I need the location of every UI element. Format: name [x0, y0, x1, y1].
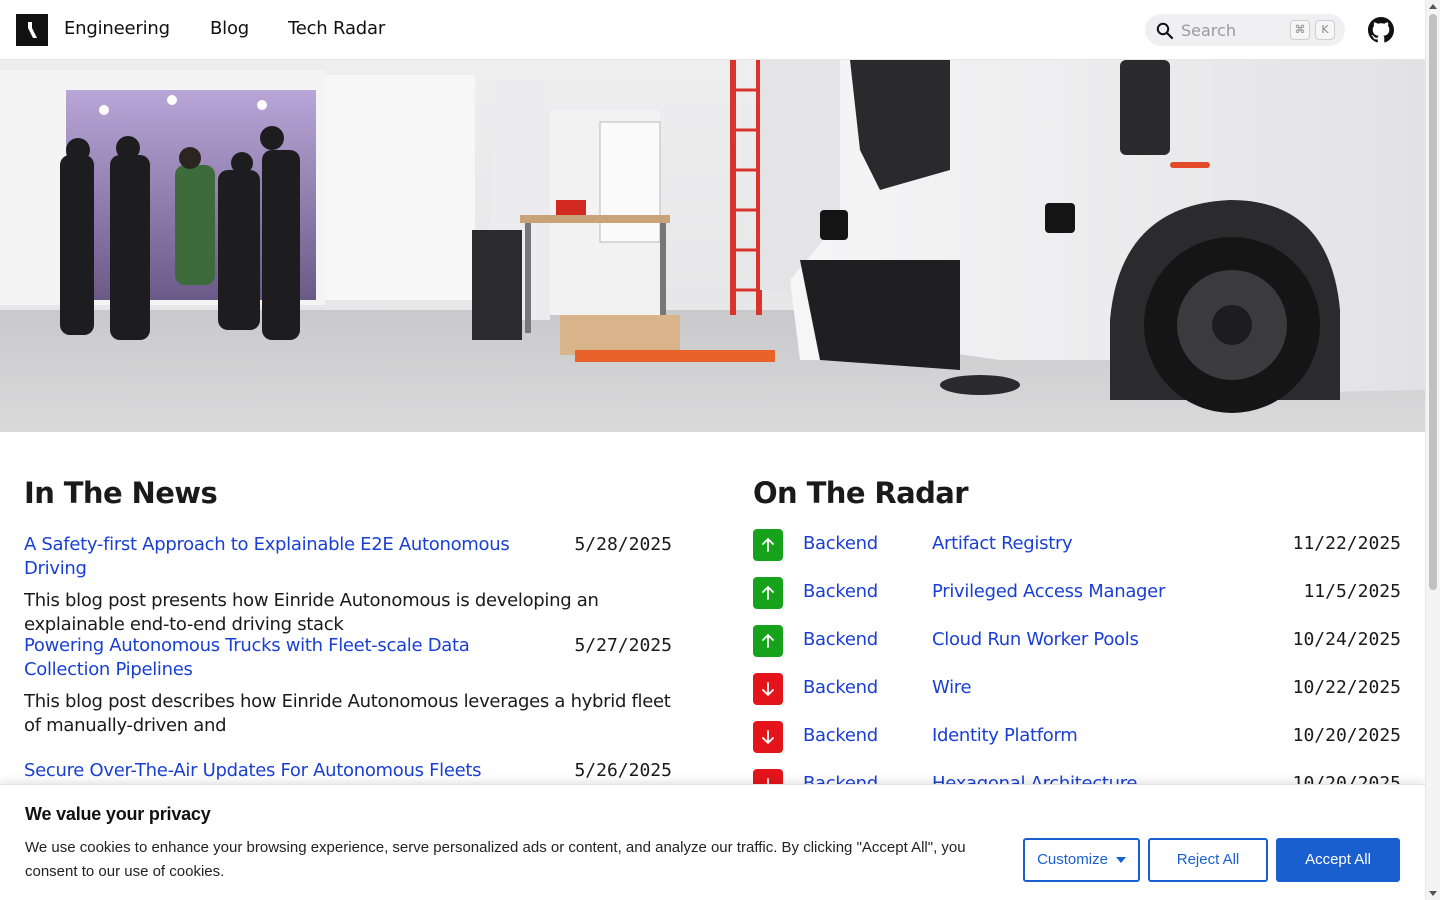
radar-row: Backend Identity Platform 10/20/2025	[753, 721, 1401, 753]
arrow-up-badge	[753, 529, 783, 561]
arrow-down-badge	[753, 673, 783, 705]
hero-image	[0, 60, 1425, 432]
news-item-description: This blog post presents how Einride Auto…	[24, 590, 599, 635]
arrow-down-icon	[762, 730, 774, 744]
shortcut-cmd-key: ⌘	[1290, 20, 1310, 40]
customize-button[interactable]: Customize	[1023, 838, 1140, 882]
radar-row: Backend Privileged Access Manager 11/5/202…	[753, 577, 1401, 609]
news-item-title-link[interactable]: Secure Over-The-Air Updates For Autonomo…	[24, 759, 554, 783]
news-section-title: In The News	[24, 476, 218, 510]
news-item-title-link[interactable]: A Safety-first Approach to Explainable E…	[24, 533, 554, 581]
radar-category-link[interactable]: Backend	[803, 725, 878, 746]
customize-button-label: Customize	[1037, 851, 1108, 868]
scrollbar-thumb[interactable]	[1429, 14, 1437, 590]
nav-blog[interactable]: Blog	[210, 18, 249, 39]
search-placeholder: Search	[1181, 21, 1236, 40]
github-icon	[1368, 17, 1394, 43]
caret-down-icon	[1115, 857, 1126, 864]
radar-item-link[interactable]: Identity Platform	[932, 725, 1078, 746]
radar-item-link[interactable]: Cloud Run Worker Pools	[932, 629, 1139, 650]
search-icon	[1156, 22, 1174, 40]
arrow-down-badge	[753, 721, 783, 753]
accept-all-button[interactable]: Accept All	[1276, 838, 1400, 882]
radar-row: Backend Wire 10/22/2025	[753, 673, 1401, 705]
radar-item-link[interactable]: Artifact Registry	[932, 533, 1073, 554]
reject-all-button[interactable]: Reject All	[1148, 838, 1268, 882]
arrow-up-badge	[753, 625, 783, 657]
search-box[interactable]: Search ⌘ K	[1145, 14, 1345, 46]
radar-item-link[interactable]: Wire	[932, 677, 972, 698]
workshop-truck-photo	[0, 60, 1425, 432]
shortcut-k-key: K	[1315, 20, 1335, 40]
news-item: A Safety-first Approach to Explainable E…	[24, 533, 672, 637]
radar-category-link[interactable]: Backend	[803, 677, 878, 698]
news-item-date: 5/27/2025	[574, 635, 672, 656]
einride-logo[interactable]	[16, 14, 48, 46]
nav-engineering[interactable]: Engineering	[64, 18, 170, 39]
news-item-description: This blog post describes how Einride Aut…	[24, 691, 671, 736]
cookie-text: We use cookies to enhance your browsing …	[25, 839, 966, 880]
arrow-up-icon	[762, 538, 774, 552]
radar-item-date: 11/5/2025	[1303, 581, 1401, 602]
radar-item-date: 10/24/2025	[1292, 629, 1401, 650]
news-item-title-link[interactable]: Powering Autonomous Trucks with Fleet-sc…	[24, 634, 554, 682]
radar-item-date: 10/20/2025	[1292, 725, 1401, 746]
news-item-date: 5/26/2025	[574, 760, 672, 781]
arrow-up-badge	[753, 577, 783, 609]
radar-item-link[interactable]: Privileged Access Manager	[932, 581, 1165, 602]
arrow-down-icon	[762, 682, 774, 696]
radar-row: Backend Artifact Registry 11/22/2025	[753, 529, 1401, 561]
news-item: Secure Over-The-Air Updates For Autonomo…	[24, 759, 672, 783]
radar-item-date: 11/22/2025	[1292, 533, 1401, 554]
radar-category-link[interactable]: Backend	[803, 533, 878, 554]
cookie-title: We value your privacy	[25, 804, 211, 824]
cookie-consent-banner: We value your privacy We use cookies to …	[0, 784, 1425, 900]
scroll-up-arrow-icon[interactable]	[1429, 4, 1437, 9]
site-header: Engineering Blog Tech Radar Search ⌘ K	[0, 0, 1425, 60]
radar-row: Backend Cloud Run Worker Pools 10/24/2025	[753, 625, 1401, 657]
vertical-scrollbar[interactable]	[1425, 0, 1440, 900]
radar-category-link[interactable]: Backend	[803, 629, 878, 650]
radar-item-date: 10/22/2025	[1292, 677, 1401, 698]
scroll-down-arrow-icon[interactable]	[1429, 891, 1437, 896]
logo-icon	[16, 14, 48, 46]
radar-category-link[interactable]: Backend	[803, 581, 878, 602]
nav-tech-radar[interactable]: Tech Radar	[288, 18, 385, 39]
radar-section-title: On The Radar	[753, 476, 969, 510]
arrow-up-icon	[762, 634, 774, 648]
news-item: Powering Autonomous Trucks with Fleet-sc…	[24, 634, 672, 738]
news-item-date: 5/28/2025	[574, 534, 672, 555]
arrow-up-icon	[762, 586, 774, 600]
github-link[interactable]	[1368, 17, 1394, 48]
